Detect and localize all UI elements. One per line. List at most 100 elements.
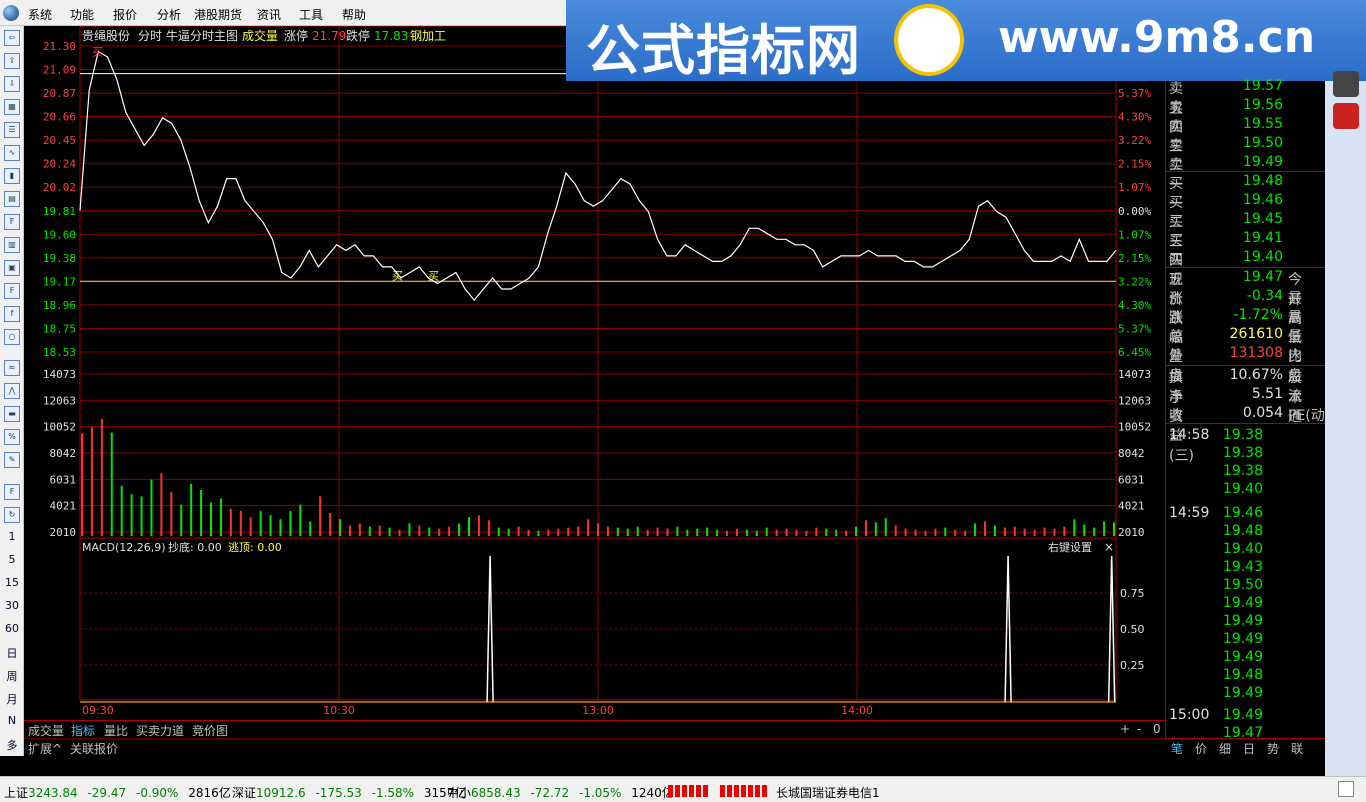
percent-tick-label: 5.37% xyxy=(1118,322,1151,335)
percent-tick-label: 0.00% xyxy=(1118,205,1151,218)
price-tick-label: 20.24 xyxy=(43,158,76,171)
tab-buy-sell-force[interactable]: 买卖力道 xyxy=(136,722,184,739)
chart-canvas[interactable]: 21.30 21.09 20.87 20.66 20.45 20.24 20.02 19.81… xyxy=(24,26,1165,720)
stock-name: 贵绳股份 xyxy=(82,29,130,43)
f10-icon[interactable]: F xyxy=(4,214,20,230)
menu-help[interactable]: 帮助 xyxy=(342,6,366,23)
table-icon[interactable]: ▥ xyxy=(4,237,20,253)
up-arrow-icon[interactable]: ⇧ xyxy=(4,53,20,69)
limit-up-value: 21.79 xyxy=(312,29,346,43)
zoom-in-button[interactable]: + xyxy=(1120,722,1130,736)
status-bar: 上证3243.84 -29.47 -0.90% 2816亿 深证10912.6 … xyxy=(0,776,1366,802)
quote-value: 5.51 xyxy=(1251,386,1283,402)
right-panel-tabs: 笔 价 细 日 势 联 xyxy=(1165,738,1325,756)
tab-daily[interactable]: 日 xyxy=(1243,740,1255,757)
sz-change: -175.53 xyxy=(315,786,362,800)
period-multi[interactable]: 多 xyxy=(0,737,24,753)
period-30min[interactable]: 30 xyxy=(0,599,24,612)
sz-value: 10912.6 xyxy=(256,786,306,800)
limit-down-label: 跌停 xyxy=(346,28,370,43)
period-15min[interactable]: 15 xyxy=(0,576,24,589)
macd-bottom-label: 抄底: 0.00 xyxy=(168,540,222,554)
percent-tick-label: 2.15% xyxy=(1118,252,1151,265)
signal-marker: 买 xyxy=(428,269,439,282)
period-day[interactable]: 日 xyxy=(0,645,24,661)
news-icon[interactable]: ▣ xyxy=(4,260,20,276)
tick-price: 19.38 xyxy=(1222,463,1263,479)
notification-icon[interactable] xyxy=(1338,781,1354,797)
menu-hk-futures[interactable]: 港股期货 xyxy=(194,6,242,23)
line-chart-icon[interactable]: ∿ xyxy=(4,145,20,161)
quote-value: 19.57 xyxy=(1242,78,1283,94)
tab-volume-ratio[interactable]: 量比 xyxy=(104,722,128,739)
volume-tick-label-right: 6031 xyxy=(1118,473,1145,486)
percent-tick-label: 4.30% xyxy=(1118,299,1151,312)
period-week[interactable]: 周 xyxy=(0,668,24,684)
kline-icon[interactable]: ▮ xyxy=(4,168,20,184)
tab-trend[interactable]: 势 xyxy=(1267,740,1279,757)
volume-tick-label-right: 8042 xyxy=(1118,447,1145,460)
period-60min[interactable]: 60 xyxy=(0,622,24,635)
quote-value: 19.48 xyxy=(1242,173,1283,189)
tab-price[interactable]: 价 xyxy=(1195,740,1207,757)
sz-index[interactable]: 深证10912.6 -175.53 -1.58% 3157亿 xyxy=(232,784,466,801)
down-arrow-icon[interactable]: ⇩ xyxy=(4,76,20,92)
tab-indicator[interactable]: 指标 xyxy=(71,722,95,739)
menu-system[interactable]: 系统 xyxy=(28,6,52,23)
menu-analysis[interactable]: 分析 xyxy=(157,6,181,23)
macd-settings-label: 右键设置 xyxy=(1048,540,1092,554)
price-tick-label: 18.75 xyxy=(43,322,76,335)
menu-tools[interactable]: 工具 xyxy=(299,6,323,23)
sh-percent: -0.90% xyxy=(135,786,179,800)
menu-news[interactable]: 资讯 xyxy=(257,6,281,23)
percent-icon[interactable]: % xyxy=(4,429,20,445)
sz-label: 深证 xyxy=(232,786,257,800)
expand-button[interactable]: 扩展^ xyxy=(28,740,62,757)
formula-icon[interactable]: f xyxy=(4,306,20,322)
watermark-url: www.9m8.cn xyxy=(998,12,1316,63)
intraday-chart[interactable]: 21.30 21.09 20.87 20.66 20.45 20.24 20.02 19.81… xyxy=(24,26,1165,738)
ad-icon[interactable] xyxy=(1333,103,1359,129)
tab-linked[interactable]: 联 xyxy=(1291,740,1303,757)
menu-function[interactable]: 功能 xyxy=(70,6,94,23)
f5-icon[interactable]: F xyxy=(4,484,20,500)
list-icon[interactable]: ☰ xyxy=(4,122,20,138)
macd-close-button[interactable]: × xyxy=(1104,540,1114,554)
wave-icon[interactable]: ≈ xyxy=(4,360,20,376)
reset-button[interactable]: 0 xyxy=(1153,722,1161,736)
back-arrow-icon[interactable]: ⇦ xyxy=(4,30,20,46)
macd-top-label: 逃顶: 0.00 xyxy=(228,541,282,554)
grid-icon[interactable]: ▦ xyxy=(4,99,20,115)
tab-detail[interactable]: 细 xyxy=(1219,740,1231,757)
limit-down-value: 17.83 xyxy=(374,29,408,43)
volume-tick-label-right: 4021 xyxy=(1118,500,1145,513)
extension-bar: 扩展^ 关联报价 xyxy=(24,738,1165,756)
sh-index[interactable]: 上证3243.84 -29.47 -0.90% 2816亿 xyxy=(4,784,231,801)
circle-icon[interactable]: ○ xyxy=(4,329,20,345)
menu-quote[interactable]: 报价 xyxy=(113,6,137,23)
zx-index[interactable]: 中小6858.43 -72.72 -1.05% 1240亿 xyxy=(447,784,674,801)
quote-label-2: PE(动) xyxy=(1288,408,1331,424)
pencil-icon[interactable]: ✎ xyxy=(4,452,20,468)
tab-trades[interactable]: 笔 xyxy=(1171,740,1183,757)
tick-price: 19.43 xyxy=(1222,559,1263,575)
period-month[interactable]: 月 xyxy=(0,691,24,707)
report-icon[interactable]: ▤ xyxy=(4,191,20,207)
mountain-icon[interactable]: ⋀ xyxy=(4,383,20,399)
related-quote-tab[interactable]: 关联报价 xyxy=(70,740,118,757)
tab-auction[interactable]: 竞价图 xyxy=(192,722,228,739)
zoom-out-button[interactable]: - xyxy=(1137,722,1141,736)
macd-label: MACD(12,26,9) xyxy=(82,541,166,554)
refresh-icon[interactable]: ↻ xyxy=(4,507,20,523)
period-1min[interactable]: 1 xyxy=(0,530,24,543)
f-icon[interactable]: F xyxy=(4,283,20,299)
avatar-icon[interactable] xyxy=(1333,71,1359,97)
app-logo-icon[interactable] xyxy=(3,5,19,21)
percent-tick-label: 4.30% xyxy=(1118,111,1151,124)
period-5min[interactable]: 5 xyxy=(0,553,24,566)
period-n[interactable]: N xyxy=(0,714,24,727)
market-breadth-icon-2 xyxy=(720,785,768,797)
bars-icon[interactable]: ▬ xyxy=(4,406,20,422)
quote-value: 19.49 xyxy=(1242,154,1283,170)
tab-volume[interactable]: 成交量 xyxy=(28,722,64,739)
